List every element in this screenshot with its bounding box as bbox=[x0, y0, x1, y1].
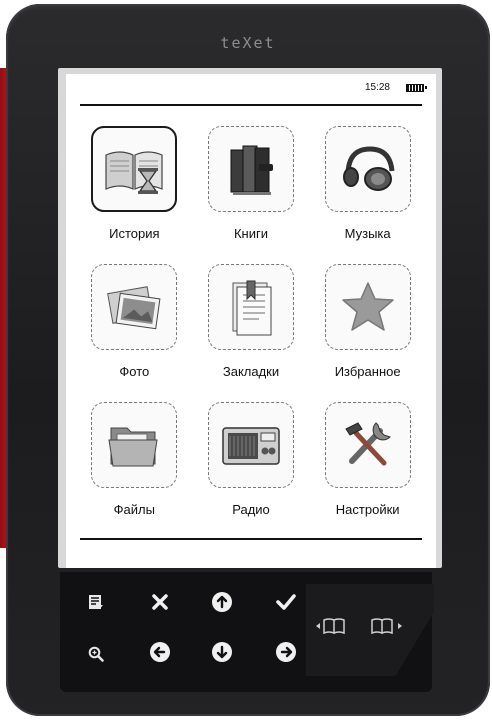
book-prev-icon bbox=[316, 618, 345, 635]
arrow-down-icon bbox=[212, 642, 232, 662]
left-button[interactable] bbox=[148, 640, 172, 664]
menu-button[interactable] bbox=[84, 590, 108, 614]
bookmark-document-icon bbox=[232, 280, 272, 336]
right-button[interactable] bbox=[274, 640, 298, 664]
menu-item-icon-box bbox=[324, 264, 411, 350]
menu-item-files[interactable]: Файлы bbox=[76, 402, 193, 518]
zoom-icon bbox=[88, 646, 104, 662]
list-icon bbox=[89, 595, 103, 609]
next-page-button[interactable] bbox=[366, 614, 406, 638]
main-menu-grid: История Книги Музыка Фото Закладки Избра… bbox=[76, 126, 426, 518]
brand-logo: teXet bbox=[220, 34, 276, 52]
menu-item-settings[interactable]: Настройки bbox=[309, 402, 426, 518]
arrow-right-icon bbox=[276, 642, 296, 662]
top-divider bbox=[80, 104, 422, 106]
menu-item-label: Избранное bbox=[334, 364, 401, 379]
menu-item-photo[interactable]: Фото bbox=[76, 264, 193, 380]
prev-page-button[interactable] bbox=[312, 614, 352, 638]
book-next-icon bbox=[371, 618, 402, 635]
battery-icon bbox=[406, 83, 427, 92]
checkmark-icon bbox=[276, 594, 296, 610]
menu-item-icon-box bbox=[91, 402, 178, 488]
headphones-icon bbox=[342, 146, 395, 191]
menu-item-label: Файлы bbox=[113, 502, 155, 517]
down-button[interactable] bbox=[210, 640, 234, 664]
menu-item-music[interactable]: Музыка bbox=[309, 126, 426, 242]
menu-item-icon-box bbox=[91, 126, 178, 212]
star-icon bbox=[341, 282, 394, 331]
books-icon bbox=[230, 145, 273, 195]
menu-item-history[interactable]: История bbox=[76, 126, 193, 242]
menu-item-label: Музыка bbox=[344, 226, 391, 241]
menu-item-radio[interactable]: Радио bbox=[193, 402, 310, 518]
menu-item-label: Книги bbox=[233, 226, 268, 241]
menu-item-icon-box bbox=[207, 402, 294, 488]
clock: 15:28 bbox=[364, 82, 390, 93]
menu-item-icon-box bbox=[324, 126, 411, 212]
arrow-up-icon bbox=[212, 592, 232, 612]
menu-item-label: Фото bbox=[119, 364, 150, 379]
up-button[interactable] bbox=[210, 590, 234, 614]
menu-item-books[interactable]: Книги bbox=[193, 126, 310, 242]
folder-icon bbox=[108, 427, 158, 467]
screen: 15:28 История Книги Музыка Фото Закладки… bbox=[66, 74, 436, 568]
menu-item-label: Настройки bbox=[335, 502, 400, 517]
tools-icon bbox=[344, 422, 391, 466]
zoom-button[interactable] bbox=[84, 642, 108, 666]
menu-item-icon-box bbox=[207, 126, 294, 212]
history-book-hourglass-icon bbox=[105, 151, 163, 194]
menu-item-icon-box bbox=[91, 264, 178, 350]
menu-item-bookmarks[interactable]: Закладки bbox=[193, 264, 310, 380]
radio-icon bbox=[222, 427, 280, 465]
status-bar: 15:28 bbox=[364, 82, 427, 93]
bottom-divider bbox=[80, 538, 422, 540]
menu-item-label: Закладки bbox=[222, 364, 280, 379]
photos-icon bbox=[107, 286, 161, 330]
menu-item-icon-box bbox=[207, 264, 294, 350]
x-icon bbox=[152, 594, 168, 610]
menu-item-label: Радио bbox=[232, 502, 270, 517]
ok-button[interactable] bbox=[274, 590, 298, 614]
menu-item-label: История bbox=[109, 226, 160, 241]
menu-item-favorites[interactable]: Избранное bbox=[309, 264, 426, 380]
menu-item-icon-box bbox=[324, 402, 411, 488]
close-button[interactable] bbox=[148, 590, 172, 614]
arrow-left-icon bbox=[150, 642, 170, 662]
